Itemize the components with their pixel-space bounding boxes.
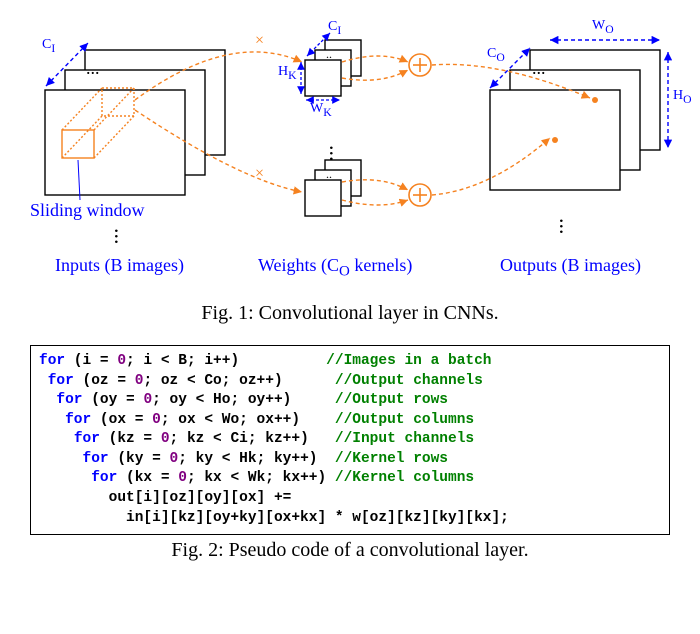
ci-label: CI: [42, 37, 55, 55]
outputs-label: Outputs (B images): [500, 255, 641, 276]
svg-text:..: ..: [326, 167, 332, 181]
hk-label: HK: [278, 64, 297, 82]
fig2-caption: Fig. 2: Pseudo code of a convolutional l…: [0, 539, 700, 562]
svg-text:...: ...: [532, 58, 546, 78]
svg-text:...: ...: [555, 218, 580, 235]
pseudocode-box: for (i = 0; i < B; i++) //Images in a ba…: [30, 345, 670, 535]
svg-text:×: ×: [255, 32, 264, 49]
wk-label: WK: [310, 101, 332, 119]
co-label: CO: [487, 46, 505, 64]
weights-label: Weights (CO kernels): [258, 255, 412, 281]
fig1-caption: Fig. 1: Convolutional layer in CNNs.: [0, 302, 700, 325]
ci-kernel-label: CI: [328, 19, 341, 37]
ho-label: HO: [673, 88, 692, 106]
svg-text:..: ..: [326, 47, 332, 61]
sliding-window-label: Sliding window: [30, 200, 145, 221]
svg-text:×: ×: [255, 165, 264, 182]
inputs-label: Inputs (B images): [55, 255, 184, 276]
conv-diagram: ... ... .. .. ... ...: [0, 0, 700, 300]
wo-label: WO: [592, 18, 614, 36]
svg-text:...: ...: [110, 228, 135, 245]
svg-text:...: ...: [86, 58, 100, 78]
svg-text:...: ...: [325, 145, 350, 162]
